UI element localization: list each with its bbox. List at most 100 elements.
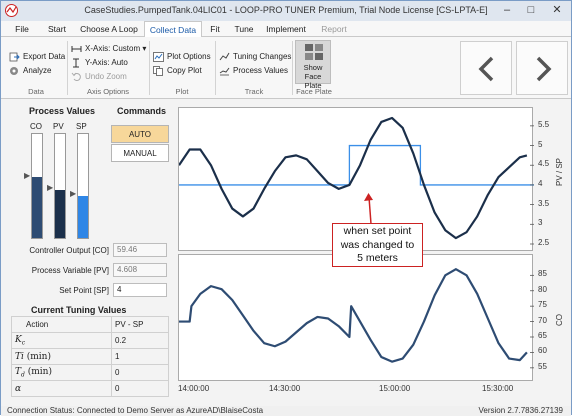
td-label: Td (min) <box>11 364 112 381</box>
co-marker-icon: ▶ <box>24 171 31 180</box>
sp-bar <box>77 133 89 239</box>
co-axis-label: CO <box>555 314 564 326</box>
sp-series-line <box>179 144 534 186</box>
co-field-label: Controller Output [CO] <box>29 246 109 255</box>
copy-icon <box>153 65 163 76</box>
co-chart-area[interactable] <box>178 254 534 381</box>
face-plate-label-1: Show <box>303 63 323 72</box>
sp-bar-fill <box>78 196 88 238</box>
action-value: PV - SP <box>111 316 169 333</box>
analyze-button[interactable]: Analyze <box>9 65 51 77</box>
x-axis-label: X-Axis: Custom <box>85 44 141 53</box>
tuning-changes-label: Tuning Changes <box>233 52 292 61</box>
pv-y-tick-label: 3 <box>538 218 543 228</box>
undo-zoom-button[interactable]: Undo Zoom <box>71 71 127 83</box>
y-axis-label: Y-Axis: Auto <box>85 58 128 67</box>
tab-collect-data[interactable]: Collect Data <box>144 21 202 38</box>
process-values-icon <box>219 67 230 76</box>
pv-y-tick-label: 3.5 <box>538 198 550 208</box>
co-y-tick-label: 55 <box>538 361 547 371</box>
kc-label: Kc <box>11 332 112 349</box>
process-values-label: Process Values <box>233 66 288 75</box>
pv-y-tick-label: 4 <box>538 178 543 188</box>
annotation-line-2: was changed to <box>340 238 415 251</box>
export-data-button[interactable]: Export Data <box>9 51 65 63</box>
ribbon-separator <box>67 41 68 95</box>
undo-zoom-label: Undo Zoom <box>85 72 127 81</box>
group-label-axis-options: Axis Options <box>86 87 130 96</box>
sp-input[interactable]: 4 <box>113 283 167 297</box>
ti-value: 1 <box>111 348 169 365</box>
ribbon-separator <box>215 41 216 95</box>
plot-options-button[interactable]: Plot Options <box>153 51 211 63</box>
table-row: Action PV - SP <box>11 316 169 333</box>
y-axis-button[interactable]: Y-Axis: Auto <box>71 57 128 69</box>
window-title: CaseStudies.PumpedTank.04LIC01 - LOOP-PR… <box>84 5 488 15</box>
co-y-tick-label: 60 <box>538 346 547 356</box>
chevron-right-icon <box>536 56 552 82</box>
tab-start[interactable]: Start <box>43 21 71 37</box>
tab-report[interactable]: Report <box>316 21 352 37</box>
process-values-title: Process Values <box>29 106 96 116</box>
x-axis-dropdown[interactable]: X-Axis: Custom ▾ <box>71 43 146 55</box>
ribbon: Export Data Analyze Data X-Axis: Custom … <box>1 37 571 99</box>
tab-fit[interactable]: Fit <box>205 21 225 37</box>
show-face-plate-button[interactable]: Show Face Plate <box>295 40 331 90</box>
alpha-value: 0 <box>111 380 169 397</box>
tab-file[interactable]: File <box>9 21 35 37</box>
co-bar-fill <box>32 176 42 238</box>
analyze-label: Analyze <box>23 66 52 75</box>
pv-y-tick-label: 2.5 <box>538 238 550 247</box>
next-step-button[interactable] <box>516 41 568 95</box>
analyze-icon <box>10 66 18 75</box>
y-axis-icon <box>73 58 79 68</box>
maximize-icon[interactable]: □ <box>522 3 540 18</box>
tuning-changes-button[interactable]: Tuning Changes <box>219 51 291 63</box>
connection-status: Connection Status: Connected to Demo Ser… <box>7 406 264 415</box>
x-tick-label: 15:00:00 <box>379 384 411 393</box>
co-bar <box>31 133 43 239</box>
co-y-tick-label: 75 <box>538 300 547 310</box>
minimize-icon[interactable]: – <box>498 3 516 18</box>
tab-implement[interactable]: Implement <box>263 21 309 37</box>
previous-step-button[interactable] <box>460 41 512 95</box>
co-bar-header: CO <box>30 122 42 131</box>
x-axis-icon <box>71 45 82 52</box>
group-label-track: Track <box>244 87 264 96</box>
group-label-face-plate: Face Plate <box>296 87 332 96</box>
pv-y-tick-label: 5 <box>538 139 543 149</box>
co-y-tick-label: 65 <box>538 331 547 340</box>
copy-plot-button[interactable]: Copy Plot <box>153 65 202 77</box>
plot-options-icon <box>153 51 164 62</box>
manual-button[interactable]: MANUAL <box>111 144 169 162</box>
pv-marker-icon: ▶ <box>47 183 54 192</box>
chevron-down-icon: ▾ <box>142 44 147 53</box>
annotation-arrow <box>364 193 373 225</box>
pv-y-tick-label: 4.5 <box>538 159 550 169</box>
group-label-plot: Plot <box>175 87 189 96</box>
td-value: 0 <box>111 364 169 381</box>
pv-sp-axis-label: PV / SP <box>555 157 564 186</box>
pv-bar <box>54 133 66 239</box>
pv-bar-fill <box>55 190 65 238</box>
co-y-tick-label: 85 <box>538 269 547 279</box>
table-row: α 0 <box>11 380 169 397</box>
close-icon[interactable]: ✕ <box>548 3 566 18</box>
pv-value-field: 4.608 <box>113 263 167 277</box>
kc-value: 0.2 <box>111 332 169 349</box>
tuning-title: Current Tuning Values <box>31 305 127 315</box>
sp-field-label: Set Point [SP] <box>59 286 109 295</box>
auto-button[interactable]: AUTO <box>111 125 169 143</box>
process-values-button[interactable]: Process Values <box>219 65 288 77</box>
x-tick-label: 14:30:00 <box>269 384 301 393</box>
co-series-line <box>179 268 528 363</box>
co-y-tick-label: 70 <box>538 315 547 325</box>
co-y-tick-label: 80 <box>538 284 547 294</box>
x-tick-label: 14:00:00 <box>178 384 210 393</box>
table-row: Kc 0.2 <box>11 332 169 349</box>
table-row: Td (min) 0 <box>11 364 169 381</box>
tab-tune[interactable]: Tune <box>230 21 258 37</box>
face-plate-icon <box>305 44 323 60</box>
menu-bar: File Start Choose A Loop Collect Data Fi… <box>1 21 571 38</box>
tab-choose-a-loop[interactable]: Choose A Loop <box>78 21 140 37</box>
